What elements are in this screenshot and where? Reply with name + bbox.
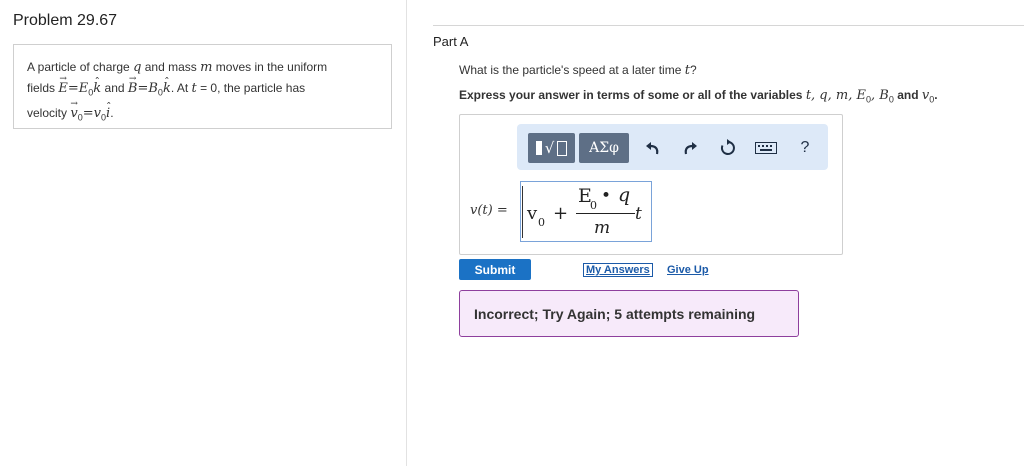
redo-icon[interactable]: [677, 135, 703, 161]
my-answers-link[interactable]: My Answers: [583, 263, 653, 277]
velocity-vector: v: [70, 94, 78, 124]
symbols-button[interactable]: ΑΣφ: [579, 133, 629, 163]
e-field-vector: E: [58, 69, 68, 99]
denominator-m: m: [594, 218, 611, 238]
question-text: What is the particle's speed at a later …: [459, 63, 697, 78]
fraction-bar: [576, 213, 635, 214]
submit-button[interactable]: Submit: [459, 259, 531, 280]
templates-button[interactable]: √: [528, 133, 575, 163]
k-unit-vector: k: [163, 72, 171, 99]
radical-icon: √: [544, 139, 555, 157]
b-field-vector: B: [128, 69, 138, 99]
plus-sign: +: [553, 203, 569, 224]
answer-label: v(t) =: [470, 203, 508, 218]
problem-line-2: fields E=E0k and B=B0k. At t = 0, the pa…: [27, 69, 379, 103]
reset-icon[interactable]: [715, 135, 741, 161]
keyboard-icon[interactable]: [753, 135, 779, 161]
input-cursor: [522, 186, 523, 238]
part-divider: [433, 25, 1024, 26]
templates-icon: [535, 141, 542, 155]
multiply-dot: •: [601, 186, 612, 206]
problem-statement: A particle of charge q and mass m moves …: [13, 44, 392, 129]
answer-instruction: Express your answer in terms of some or …: [459, 88, 938, 105]
problem-pane: Problem 29.67 A particle of charge q and…: [0, 0, 407, 466]
problem-title: Problem 29.67: [13, 12, 118, 29]
problem-line-3: velocity v0=v0i.: [27, 94, 379, 128]
part-title: Part A: [433, 34, 469, 49]
k-unit-vector: k: [93, 72, 101, 99]
term-t: t: [635, 204, 642, 224]
give-up-link[interactable]: Give Up: [667, 263, 709, 277]
help-button[interactable]: ?: [792, 135, 818, 161]
undo-icon[interactable]: [640, 135, 666, 161]
placeholder-box-icon: [557, 140, 568, 156]
problem-line-1: A particle of charge q and mass m moves …: [27, 60, 328, 75]
feedback-message: Incorrect; Try Again; 5 attempts remaini…: [459, 290, 799, 337]
i-unit-vector: i: [106, 97, 110, 124]
term-v-subscript: 0: [538, 216, 545, 229]
numerator-q: q: [618, 184, 631, 206]
term-v: v: [527, 203, 538, 224]
numerator-e-subscript: 0: [590, 199, 597, 212]
